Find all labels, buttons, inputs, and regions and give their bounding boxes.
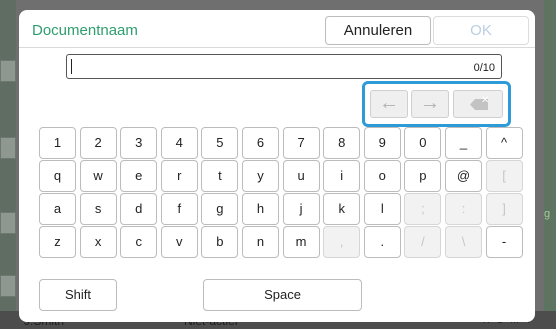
key-0-6[interactable]: 7 (282, 127, 320, 159)
key-3-11[interactable]: - (485, 226, 523, 258)
key-2-7[interactable]: k (323, 193, 361, 225)
key-2-2[interactable]: d (120, 193, 158, 225)
key-3-2[interactable]: c (120, 226, 158, 258)
key-1-1[interactable]: w (79, 160, 117, 192)
key-3-8[interactable]: . (363, 226, 401, 258)
key-2-0[interactable]: a (39, 193, 76, 225)
check-icon (0, 212, 16, 234)
key-0-3[interactable]: 4 (160, 127, 198, 159)
key-2-1[interactable]: s (79, 193, 117, 225)
key-1-0[interactable]: q (39, 160, 76, 192)
key-1-10[interactable]: @ (445, 160, 482, 192)
dialog-title: Documentnaam (32, 22, 138, 39)
cancel-button[interactable]: Annuleren (325, 16, 431, 45)
arrow-left-icon: ← (379, 92, 399, 114)
key-3-9: / (404, 226, 442, 258)
cursor-right-button[interactable]: → (411, 90, 449, 118)
key-2-10: : (445, 193, 482, 225)
key-0-1[interactable]: 2 (79, 127, 117, 159)
dialog-header: Documentnaam Annuleren OK (19, 10, 535, 48)
key-0-10[interactable]: _ (445, 127, 482, 159)
key-1-7[interactable]: i (323, 160, 361, 192)
text-caret (71, 59, 72, 74)
key-2-5[interactable]: h (242, 193, 279, 225)
backspace-x-mark: ✕ (481, 95, 490, 106)
key-3-5[interactable]: n (242, 226, 279, 258)
background-right-panel (544, 0, 556, 329)
background-right-label: g (544, 208, 551, 220)
key-0-2[interactable]: 3 (120, 127, 158, 159)
key-3-10: \ (445, 226, 482, 258)
list-icon (0, 137, 16, 159)
cursor-navigation-group: ← → ✕ (362, 81, 511, 127)
document-icon (0, 60, 16, 82)
key-0-0[interactable]: 1 (39, 127, 76, 159)
key-0-11[interactable]: ^ (485, 127, 523, 159)
link-icon (0, 275, 16, 297)
key-3-4[interactable]: b (201, 226, 239, 258)
key-3-1[interactable]: x (79, 226, 117, 258)
character-counter: 0/10 (473, 62, 495, 74)
key-0-9[interactable]: 0 (404, 127, 442, 159)
key-0-8[interactable]: 9 (363, 127, 401, 159)
key-2-4[interactable]: g (201, 193, 239, 225)
key-1-9[interactable]: p (404, 160, 442, 192)
key-2-3[interactable]: f (160, 193, 198, 225)
key-3-0[interactable]: z (39, 226, 76, 258)
key-1-5[interactable]: y (242, 160, 279, 192)
key-2-9: ; (404, 193, 442, 225)
arrow-right-icon: → (420, 92, 440, 114)
key-3-3[interactable]: v (160, 226, 198, 258)
cursor-left-button[interactable]: ← (370, 90, 408, 118)
key-0-4[interactable]: 5 (201, 127, 239, 159)
key-3-7: , (323, 226, 361, 258)
key-1-3[interactable]: r (160, 160, 198, 192)
shift-key[interactable]: Shift (39, 279, 117, 311)
key-1-11: [ (485, 160, 523, 192)
document-name-input[interactable]: 0/10 (66, 54, 502, 79)
key-3-6[interactable]: m (282, 226, 320, 258)
ok-button[interactable]: OK (433, 16, 529, 45)
key-2-11: ] (485, 193, 523, 225)
key-1-4[interactable]: t (201, 160, 239, 192)
key-0-7[interactable]: 8 (323, 127, 361, 159)
key-0-5[interactable]: 6 (242, 127, 279, 159)
space-key[interactable]: Space (203, 279, 362, 311)
key-1-8[interactable]: o (363, 160, 401, 192)
key-1-2[interactable]: e (120, 160, 158, 192)
backspace-button[interactable]: ✕ (453, 90, 503, 118)
key-2-6[interactable]: j (282, 193, 320, 225)
key-2-8[interactable]: l (363, 193, 401, 225)
key-1-6[interactable]: u (282, 160, 320, 192)
document-name-dialog: Documentnaam Annuleren OK 0/10 ← → ✕ 123… (19, 10, 535, 322)
